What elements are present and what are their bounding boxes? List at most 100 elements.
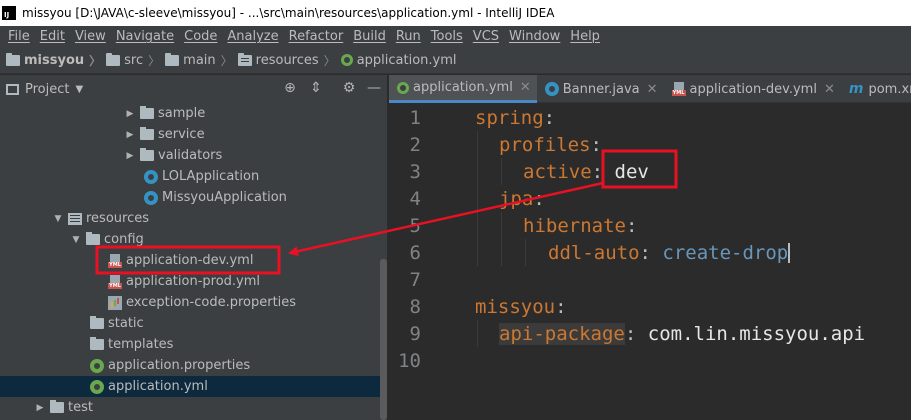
tree-item-label: resources [86, 211, 150, 226]
menu-navigate[interactable]: Navigate [111, 29, 179, 44]
properties-file-icon [108, 295, 122, 310]
tree-item-label: application.properties [108, 358, 251, 373]
tab-application-dev-yml[interactable]: YML application-dev.yml ✕ [664, 75, 841, 103]
indent-guide [525, 239, 526, 266]
yml-file-icon: YML [108, 253, 122, 268]
folder-icon [165, 52, 180, 66]
menu-window[interactable]: Window [504, 29, 565, 44]
folder-icon [140, 106, 154, 119]
tree-item-resources[interactable]: ▼ resources [0, 208, 380, 229]
tree-item-application-yml[interactable]: application.yml [0, 376, 380, 397]
tree-item-label: sample [158, 106, 206, 121]
tab-label: application.yml [413, 80, 513, 95]
breadcrumb-item-file[interactable]: application.yml [340, 53, 457, 68]
window-titlebar: IJ missyou [D:\JAVA\c-sleeve\missyou] - … [0, 0, 911, 26]
code-line: 2 profiles: [389, 131, 911, 158]
yml-file-icon: YML [108, 274, 122, 289]
tree-item-missyouapplication[interactable]: MissyouApplication [0, 187, 380, 208]
locate-icon[interactable]: ⊕ [282, 80, 298, 96]
line-number: 5 [409, 214, 421, 237]
expand-arrow-icon[interactable]: ▶ [124, 130, 136, 140]
yml-icon: YML [671, 82, 686, 96]
breadcrumb-item-src[interactable]: src 〉 [106, 52, 165, 69]
line-number: 3 [409, 160, 421, 183]
editor: application.yml ✕ Banner.java ✕ YML appl… [389, 75, 911, 420]
collapse-arrow-icon[interactable]: ▼ [70, 235, 82, 245]
expand-arrow-icon[interactable]: ▶ [34, 403, 46, 413]
tab-application-yml[interactable]: application.yml ✕ [389, 75, 537, 103]
menu-tools[interactable]: Tools [426, 29, 468, 44]
indent-guide [477, 212, 478, 239]
tree-item-label: MissyouApplication [162, 190, 287, 205]
tree-item-templates[interactable]: templates [0, 334, 380, 355]
tree-item-sample[interactable]: ▶ sample [0, 103, 380, 124]
indent-guide [477, 131, 478, 158]
class-icon [544, 82, 559, 96]
code-line: 8 missyou: [389, 293, 911, 320]
code-text: ddl-auto: create-drop [548, 241, 791, 264]
breadcrumb: missyou 〉 src 〉 main 〉 resources 〉 applicati… [0, 47, 911, 74]
close-icon[interactable]: ✕ [824, 82, 835, 97]
tree-item-label: validators [158, 148, 223, 163]
tree-item-label: application-dev.yml [126, 253, 254, 268]
code-text: api-package: com.lin.missyou.api [499, 322, 866, 345]
code-text: jpa: [499, 187, 545, 210]
collapse-arrow-icon[interactable]: ▼ [52, 214, 64, 224]
line-number: 4 [409, 187, 421, 210]
folder-icon [106, 52, 121, 66]
menu-edit[interactable]: Edit [35, 29, 70, 44]
tab-label: pom.xml [868, 81, 911, 97]
tree-scrollbar[interactable] [380, 259, 387, 420]
menu-refactor[interactable]: Refactor [284, 29, 349, 44]
gear-icon[interactable]: ⚙ [341, 80, 357, 96]
tab-pom-xml[interactable]: m pom.xml ✕ [841, 75, 911, 103]
collapse-all-icon[interactable]: ⇕ [308, 80, 324, 96]
menu-build[interactable]: Build [348, 29, 391, 44]
menu-help[interactable]: Help [565, 29, 605, 44]
indent-guide [477, 185, 478, 212]
tree-item-application-prod-yml[interactable]: YML application-prod.yml [0, 271, 380, 292]
breadcrumb-item-project[interactable]: missyou 〉 [6, 52, 106, 69]
project-panel-header[interactable]: Project ▼ [0, 75, 388, 103]
tab-banner-java[interactable]: Banner.java ✕ [537, 75, 664, 103]
tree-item-validators[interactable]: ▶ validators [0, 145, 380, 166]
menu-file[interactable]: File [3, 29, 35, 44]
code-text: hibernate: [523, 214, 638, 237]
code-line: 4 jpa: [389, 185, 911, 212]
code-line: 6 ddl-auto: create-drop [389, 239, 911, 266]
code-text: spring: [475, 106, 556, 129]
indent-guide [501, 239, 502, 266]
breadcrumb-item-main[interactable]: main 〉 [165, 52, 238, 69]
tree-item-static[interactable]: static [0, 313, 380, 334]
code-area[interactable]: 1 spring: 2 profiles: 3 active: dev 4 jp… [389, 103, 911, 420]
tree-item-config[interactable]: ▼ config [0, 229, 380, 250]
tree-item-application-dev-yml[interactable]: YML application-dev.yml [0, 250, 380, 271]
tree-item-service[interactable]: ▶ service [0, 124, 380, 145]
tree-item-test[interactable]: ▶ test [0, 397, 380, 418]
menu-code[interactable]: Code [179, 29, 222, 44]
tree-item-lolapplication[interactable]: LOLApplication [0, 166, 380, 187]
menu-analyze[interactable]: Analyze [222, 29, 283, 44]
menu-run[interactable]: Run [391, 29, 426, 44]
menu-vcs[interactable]: VCS [468, 29, 504, 44]
caret-down-icon[interactable]: ▼ [75, 84, 83, 95]
tree-item-label: test [68, 400, 93, 415]
tree-item-exception-code-properties[interactable]: exception-code.properties [0, 292, 380, 313]
line-number: 1 [409, 106, 421, 129]
resources-folder-icon [68, 212, 82, 225]
minimize-icon[interactable]: — [366, 80, 382, 96]
chevron-right-icon: 〉 [89, 53, 102, 68]
expand-arrow-icon[interactable]: ▶ [124, 151, 136, 161]
code-line: 3 active: dev [389, 158, 911, 185]
expand-arrow-icon[interactable]: ▶ [124, 109, 136, 119]
indent-guide [501, 212, 502, 239]
folder-icon [50, 400, 64, 413]
close-icon[interactable]: ✕ [520, 80, 531, 95]
breadcrumb-item-resources[interactable]: resources 〉 [237, 52, 341, 69]
close-icon[interactable]: ✕ [647, 82, 658, 97]
tree-item-application-properties[interactable]: application.properties [0, 355, 380, 376]
menu-view[interactable]: View [70, 29, 111, 44]
tree-item-label: templates [108, 337, 174, 352]
window-title: missyou [D:\JAVA\c-sleeve\missyou] - ...… [22, 6, 555, 20]
resources-folder-icon [237, 52, 252, 66]
